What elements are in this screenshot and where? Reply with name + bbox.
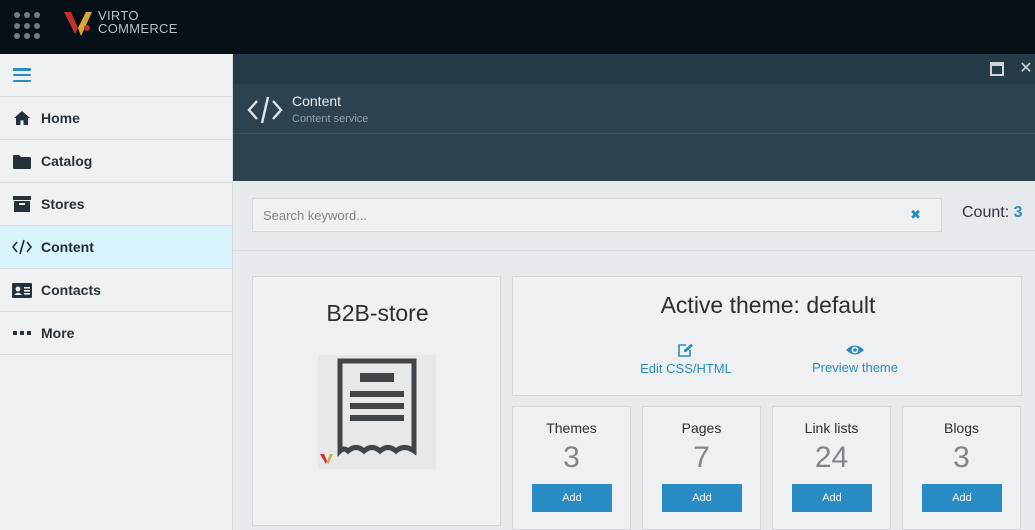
code-icon [12,238,32,256]
archive-icon [12,195,32,213]
tile-value: 7 [693,441,710,474]
top-bar: VIRTO COMMERCE [0,0,1035,54]
blade-header: Content Content service [233,84,1035,134]
sidebar-item-label: More [41,325,75,341]
sidebar-item-content[interactable]: Content [0,226,232,269]
themes-tile[interactable]: Themes 3 Add [512,406,631,530]
virto-logo-icon [64,12,92,36]
tile-label: Themes [546,420,597,436]
sidebar-item-contacts[interactable]: Contacts [0,269,232,312]
count-label: Count: [962,204,1014,221]
add-page-button[interactable]: Add [662,484,742,512]
tile-label: Pages [681,420,722,436]
sidebar-item-label: Stores [41,196,85,212]
brand-logo[interactable]: VIRTO COMMERCE [62,9,178,39]
hamburger-icon [13,68,31,82]
edit-css-html-label: Edit CSS/HTML [640,361,732,376]
sidebar-toggle-button[interactable] [0,54,232,97]
active-theme-card: Active theme: default Edit CSS/HTML Prev… [512,276,1022,396]
tile-value: 3 [953,441,970,474]
tile-label: Blogs [943,420,980,436]
search-row: ✖ Count: 3 [233,181,1035,251]
add-blog-button[interactable]: Add [922,484,1002,512]
blogs-tile[interactable]: Blogs 3 Add [902,406,1021,530]
preview-theme-label: Preview theme [812,360,898,375]
eye-icon [846,345,864,355]
edit-icon [678,343,693,357]
blade-title: Content [292,93,342,109]
blade-subtitle: Content service [292,113,369,125]
content-blade: ✕ Content Content service ✖ Count: 3 B2B… [233,54,1035,530]
search-box: ✖ [252,198,942,232]
brand-line-2: COMMERCE [98,21,178,36]
sidebar-item-stores[interactable]: Stores [0,183,232,226]
count-indicator: Count: 3 [962,204,1023,222]
blade-toolbar [233,134,1035,181]
store-image [318,355,436,469]
blade-window-bar: ✕ [233,54,1035,84]
active-theme-title: Active theme: default [660,292,876,318]
sidebar-item-label: Catalog [41,153,93,169]
maximize-icon[interactable] [990,62,1004,76]
tile-value: 3 [563,441,580,474]
clear-search-icon[interactable]: ✖ [910,207,921,223]
tile-value: 24 [814,441,849,474]
add-link-list-button[interactable]: Add [792,484,872,512]
ellipsis-icon [12,324,32,342]
pages-tile[interactable]: Pages 7 Add [642,406,761,530]
link-lists-tile[interactable]: Link lists 24 Add [772,406,891,530]
search-input[interactable] [253,199,893,231]
folder-icon [12,152,32,170]
code-icon [247,96,283,124]
sidebar-item-label: Content [41,239,94,255]
count-value: 3 [1013,204,1023,221]
sidebar-item-home[interactable]: Home [0,97,232,140]
preview-theme-link[interactable]: Preview theme [805,343,905,375]
apps-grid-icon[interactable] [14,12,42,40]
sidebar-item-label: Contacts [41,282,101,298]
tile-label: Link lists [804,420,859,436]
store-card[interactable]: B2B-store [252,276,501,526]
store-name: B2B-store [326,300,429,326]
document-icon [320,358,417,465]
sidebar-item-label: Home [41,110,80,126]
sidebar-item-catalog[interactable]: Catalog [0,140,232,183]
contact-card-icon [12,281,32,299]
close-icon[interactable]: ✕ [1019,61,1033,77]
add-theme-button[interactable]: Add [532,484,612,512]
edit-css-html-link[interactable]: Edit CSS/HTML [636,343,736,376]
sidebar: Home Catalog Stores Content Contacts Mor… [0,54,233,530]
home-icon [12,109,32,127]
sidebar-item-more[interactable]: More [0,312,232,355]
